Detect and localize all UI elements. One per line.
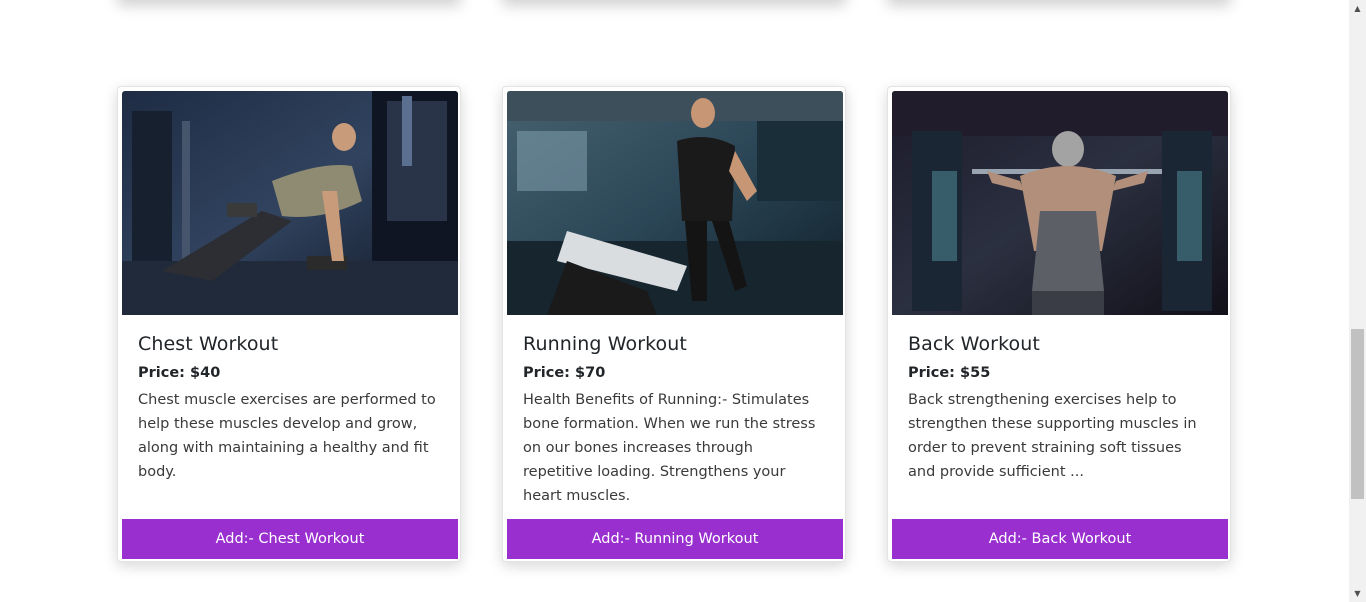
- workout-card-chest: Chest Workout Price: $40 Chest muscle ex…: [117, 86, 461, 562]
- card-title: Running Workout: [523, 333, 687, 355]
- scroll-up-arrow-icon[interactable]: ▲: [1349, 0, 1366, 17]
- card-price: Price: $55: [908, 365, 991, 381]
- scrollbar-thumb[interactable]: [1351, 329, 1364, 499]
- card-title: Back Workout: [908, 333, 1040, 355]
- running-workout-image: [507, 91, 843, 315]
- workout-card-back: Back Workout Price: $55 Back strengtheni…: [887, 86, 1231, 562]
- page: Chest Workout Price: $40 Chest muscle ex…: [0, 0, 1366, 602]
- add-back-workout-button[interactable]: Add:- Back Workout: [892, 519, 1228, 559]
- card-price: Price: $70: [523, 365, 606, 381]
- workout-card-running: Running Workout Price: $70 Health Benefi…: [502, 86, 846, 562]
- card-description: Health Benefits of Running:- Stimulates …: [523, 392, 816, 504]
- vertical-scrollbar[interactable]: ▲ ▼: [1349, 0, 1366, 602]
- card-description: Back strengthening exercises help to str…: [908, 392, 1197, 480]
- card-price: Price: $40: [138, 365, 221, 381]
- add-running-workout-button[interactable]: Add:- Running Workout: [507, 519, 843, 559]
- card-title: Chest Workout: [138, 333, 279, 355]
- chest-workout-image: [122, 91, 458, 315]
- add-chest-workout-button[interactable]: Add:- Chest Workout: [122, 519, 458, 559]
- card-description: Chest muscle exercises are performed to …: [138, 392, 436, 480]
- back-workout-image: [892, 91, 1228, 315]
- scroll-down-arrow-icon[interactable]: ▼: [1349, 585, 1366, 602]
